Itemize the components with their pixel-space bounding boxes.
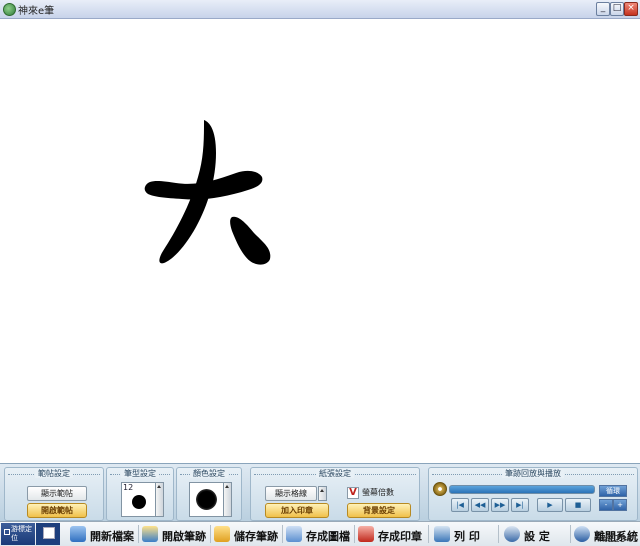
open-copybook-button[interactable]: 開啟範帖 (27, 503, 87, 518)
ink-color-slider[interactable] (223, 482, 232, 517)
toolbar-separator (498, 525, 499, 543)
settings-button[interactable]: 設 定 (502, 524, 568, 544)
save-seal-label: 存成印章 (378, 530, 422, 543)
paper-settings-title: 紙張設定 (316, 469, 354, 478)
new-file-label: 開新檔案 (90, 530, 134, 543)
zoom-checkbox[interactable]: V (347, 487, 359, 499)
rewind-button[interactable]: ◀◀ (471, 498, 489, 512)
show-copybook-button[interactable]: 顯示範帖 (27, 486, 87, 501)
save-seal-icon (358, 526, 374, 542)
brush-size-preview[interactable]: 12 (121, 482, 156, 517)
brush-size-slider[interactable] (155, 482, 164, 517)
save-image-label: 存成圖檔 (306, 530, 350, 543)
bottom-toolbar: 游標定位 開新檔案 開啟筆跡 儲存筆跡 存成圖檔 存成印章 列 印 設 定 離開… (0, 521, 640, 546)
stroke-right-falling (230, 216, 271, 265)
zoom-label: 螢幕倍數 (362, 488, 394, 497)
print-button[interactable]: 列 印 (432, 524, 498, 544)
toolbar-separator (570, 525, 571, 543)
open-brush-button[interactable]: 開啟筆跡 (140, 524, 210, 544)
ink-color-preview[interactable] (189, 482, 224, 517)
save-seal-button[interactable]: 存成印章 (356, 524, 426, 544)
brush-size-value: 12 (123, 483, 134, 492)
toolbar-separator (138, 525, 139, 543)
toolbar-separator (428, 525, 429, 543)
speed-up-button[interactable]: + (613, 499, 627, 511)
loop-button[interactable]: 循環 (599, 485, 627, 497)
copybook-settings-title: 範帖設定 (35, 469, 73, 478)
exit-icon (574, 526, 590, 542)
settings-icon (504, 526, 520, 542)
window-title: 神來e筆 (18, 6, 55, 17)
open-folder-icon (142, 526, 158, 542)
color-settings-title: 顏色設定 (190, 469, 228, 478)
grid-select-arrow[interactable] (318, 486, 327, 501)
title-bar: 神來e筆 _ □ × (0, 0, 640, 19)
brush-dot-icon (132, 495, 146, 509)
brush-strokes (144, 120, 271, 265)
brush-settings-title: 筆型設定 (121, 469, 159, 478)
playback-group: 筆跡回放與播放 |◀ ◀◀ ▶▶ ▶| ▶ ■ 循環 - + (428, 467, 638, 521)
fast-forward-button[interactable]: ▶▶ (491, 498, 509, 512)
watermark-tag: #22941 (601, 534, 638, 545)
save-brush-label: 儲存筆跡 (234, 530, 278, 543)
minimize-button[interactable]: _ (596, 2, 610, 16)
first-frame-button[interactable]: |◀ (451, 498, 469, 512)
toolbar-separator (210, 525, 211, 543)
page-icon (43, 527, 55, 539)
play-button[interactable]: ▶ (537, 498, 563, 512)
add-seal-button[interactable]: 加入印章 (265, 503, 329, 518)
playback-title: 筆跡回放與播放 (502, 469, 564, 478)
playback-progress[interactable] (449, 485, 595, 494)
print-label: 列 印 (454, 530, 480, 543)
save-image-icon (286, 526, 302, 542)
ink-blot-icon (196, 489, 217, 510)
control-panel: 範帖設定 顯示範帖 開啟範帖 筆型設定 12 顏色設定 紙張設定 顯示格線 加入… (0, 463, 640, 522)
settings-label: 設 定 (524, 530, 550, 543)
background-settings-button[interactable]: 背景設定 (347, 503, 411, 518)
cursor-position-button[interactable]: 游標定位 (1, 523, 35, 545)
save-brush-icon (214, 526, 230, 542)
last-frame-button[interactable]: ▶| (511, 498, 529, 512)
printer-icon (434, 526, 450, 542)
cursor-position-label: 游標定位 (11, 525, 32, 542)
brush-settings-group: 筆型設定 12 (106, 467, 174, 521)
open-brush-label: 開啟筆跡 (162, 530, 206, 543)
maximize-button[interactable]: □ (610, 2, 624, 16)
toolbar-separator (354, 525, 355, 543)
color-settings-group: 顏色設定 (176, 467, 242, 521)
new-file-icon (70, 526, 86, 542)
paper-settings-group: 紙張設定 顯示格線 加入印章 V 螢幕倍數 背景設定 (250, 467, 420, 521)
page-view-button[interactable] (36, 523, 60, 545)
new-file-button[interactable]: 開新檔案 (68, 524, 138, 544)
close-button[interactable]: × (624, 2, 638, 16)
cursor-icon (4, 529, 10, 535)
cd-icon (433, 482, 447, 496)
show-grid-select[interactable]: 顯示格線 (265, 486, 317, 501)
toolbar-separator (282, 525, 283, 543)
stop-button[interactable]: ■ (565, 498, 591, 512)
drawing-canvas[interactable] (0, 19, 640, 463)
save-image-button[interactable]: 存成圖檔 (284, 524, 354, 544)
save-brush-button[interactable]: 儲存筆跡 (212, 524, 282, 544)
copybook-settings-group: 範帖設定 顯示範帖 開啟範帖 (4, 467, 104, 521)
app-icon (3, 3, 16, 16)
speed-down-button[interactable]: - (599, 499, 613, 511)
